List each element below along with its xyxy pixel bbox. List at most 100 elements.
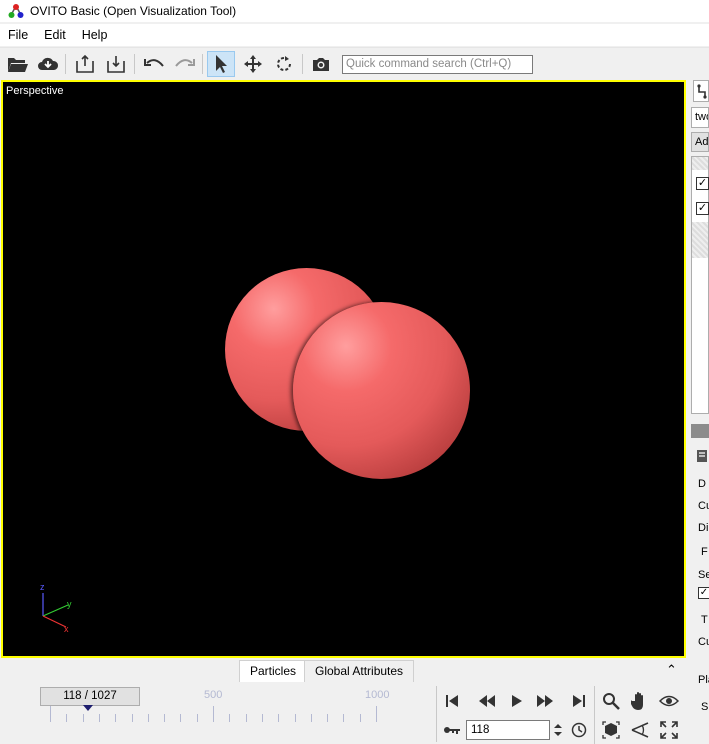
quick-command-search-input[interactable]: Quick command search (Ctrl+Q) [342,55,533,74]
timeline-tick [147,714,149,722]
timeline-tick [115,714,117,722]
menu-help[interactable]: Help [74,24,116,46]
move-mode-button[interactable] [239,51,267,77]
timeline-tick [261,714,263,722]
skip-start-icon [446,695,458,707]
cloud-download-icon [38,57,59,70]
axis-y-label: y [67,599,72,609]
render-button[interactable] [307,51,335,77]
previous-frame-button[interactable] [476,690,498,712]
properties-header [691,424,709,438]
field-label: Pla [698,674,709,686]
animation-settings-button[interactable] [568,719,590,741]
maximize-viewport-button[interactable] [658,719,680,741]
export-icon [107,56,125,73]
section-label: S [701,701,709,713]
timeline-tick [327,714,329,722]
timeline-tick [359,714,361,722]
goto-start-button[interactable] [441,690,463,712]
timeline-tick [196,714,198,722]
undo-button[interactable] [140,51,168,77]
list-header [692,157,708,170]
add-modification-dropdown[interactable]: Ad [691,132,709,152]
skip-end-icon [573,695,585,707]
undo-icon [144,59,164,67]
camera-icon [313,58,329,71]
timeline-tick [245,714,247,722]
current-frame-field[interactable]: 118 [466,720,550,740]
timeline-tick [343,714,345,722]
timeline-label-500: 500 [204,689,223,701]
move-icon [244,55,262,73]
field-label: Di [698,522,709,534]
pipeline-editor-list[interactable]: ✓ ✓ [691,156,709,414]
cursor-arrow-icon [216,55,227,73]
visual-element-checkbox[interactable]: ✓ [696,202,709,215]
toolbar-separator [65,54,66,74]
viewport-caption[interactable]: Perspective [6,85,63,97]
timeline-tick [229,714,231,722]
pipeline-icon [697,84,707,99]
animation-timeline[interactable]: 118 / 1027 500 1000 [2,684,434,742]
time-slider-handle[interactable]: 118 / 1027 [40,687,140,706]
timeline-tick [66,714,68,722]
expand-icon [660,721,678,739]
eye-icon [659,695,679,707]
goto-end-button[interactable] [568,690,590,712]
folder-open-icon [8,58,28,72]
import-button[interactable] [71,51,99,77]
timeline-tick [98,714,100,722]
timeline-tick [180,714,182,722]
cube-icon [602,721,620,739]
load-remote-button[interactable] [34,51,62,77]
timeline-tick [278,714,280,722]
fov-button[interactable] [629,719,651,741]
zoom-scene-extents-button[interactable] [600,719,622,741]
import-icon [76,54,94,73]
field-label: Cu [698,636,709,648]
orbit-button[interactable] [658,690,680,712]
menu-file[interactable]: File [0,24,36,46]
fast-forward-icon [537,695,553,707]
timeline-tick [164,714,166,722]
option-checkbox[interactable]: ✓ [698,587,709,599]
field-label: Se [698,569,709,581]
perspective-viewport[interactable]: Perspective z y x [1,80,686,658]
rotate-mode-button[interactable] [270,51,298,77]
data-inspector-tabs: Particles Global Attributes ⌃ [0,658,688,682]
export-button[interactable] [102,51,130,77]
panel-separator [594,686,595,744]
visual-element-checkbox[interactable]: ✓ [696,177,709,190]
toolbar-separator [202,54,203,74]
next-frame-button[interactable] [534,690,556,712]
redo-button[interactable] [171,51,199,77]
main-toolbar: Quick command search (Ctrl+Q) [0,47,709,79]
clock-icon [571,722,587,738]
magnifier-icon [603,693,620,710]
timeline-tick [213,706,214,722]
section-label: F [701,546,708,558]
tab-particles[interactable]: Particles [239,660,308,682]
timeline-tick [294,714,296,722]
timeline-tick [82,714,84,722]
play-button[interactable] [506,690,528,712]
rotate-icon [277,56,291,71]
pipeline-selector[interactable]: two [691,107,709,128]
zoom-button[interactable] [600,690,622,712]
tab-global-attributes[interactable]: Global Attributes [304,660,415,682]
hand-icon [631,692,643,710]
pan-button[interactable] [629,690,651,712]
menu-edit[interactable]: Edit [36,24,74,46]
open-file-button[interactable] [4,51,32,77]
menu-bar: File Edit Help [0,24,709,46]
auto-key-button[interactable] [441,719,463,741]
axis-tripod-icon: z y x [40,582,72,634]
field-of-view-icon [631,722,649,738]
pipeline-tab[interactable] [693,80,709,102]
toolbar-separator [302,54,303,74]
frame-spinner[interactable] [551,720,565,740]
select-mode-button[interactable] [207,51,235,77]
chevron-up-icon[interactable]: ⌃ [666,662,677,678]
timeline-tick [376,706,377,722]
field-label: Cu [698,500,709,512]
